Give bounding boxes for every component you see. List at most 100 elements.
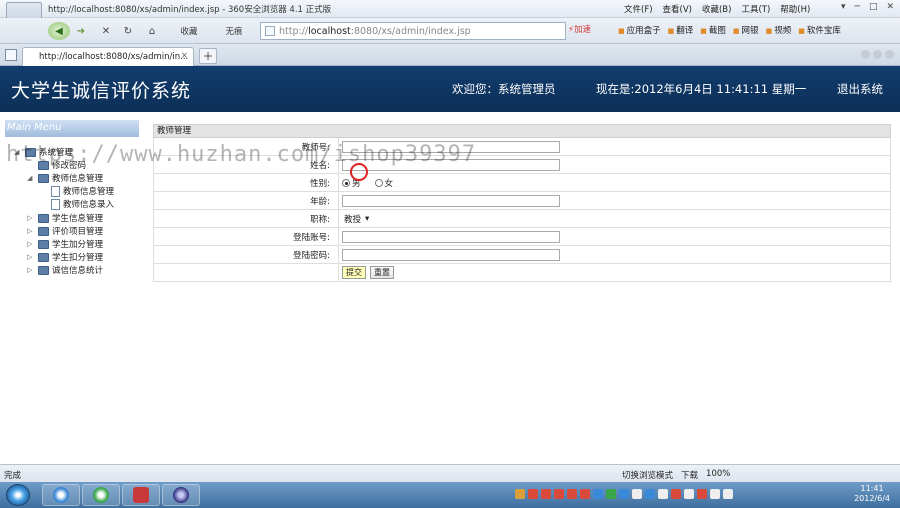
tray-icon[interactable] xyxy=(632,489,642,499)
app-taskbar-icon[interactable] xyxy=(122,484,160,506)
url-rest: :8080/xs/admin/index.jsp xyxy=(350,25,471,37)
tray-icon[interactable] xyxy=(528,489,538,499)
title-select[interactable]: 教授 ▾ xyxy=(342,212,371,225)
submit-button[interactable]: 提交 xyxy=(342,266,366,279)
sidebar-toggle-icon[interactable] xyxy=(5,49,17,61)
back-button[interactable]: ◀ xyxy=(48,22,70,40)
tree-item-label: 学生加分管理 xyxy=(52,240,104,250)
browser360-taskbar-icon[interactable] xyxy=(82,484,120,506)
expand-arrow-icon[interactable]: ▷ xyxy=(27,253,35,261)
eclipse-taskbar-icon[interactable] xyxy=(162,484,200,506)
folder-icon xyxy=(38,265,49,275)
gender-female-radio[interactable]: 女 xyxy=(374,177,393,189)
tab-control-icon[interactable] xyxy=(885,50,894,59)
expand-arrow-icon[interactable]: ▷ xyxy=(27,214,35,222)
tab-control-icon[interactable] xyxy=(861,50,870,59)
folder-icon xyxy=(38,226,49,236)
screenshot-button[interactable]: 截图 xyxy=(700,24,726,36)
translate-button[interactable]: 翻译 xyxy=(668,24,693,36)
tree-item-teacher-entry[interactable]: 教师信息录入 xyxy=(40,198,114,210)
tree-item-integrity-statistics[interactable]: ▷ 诚信信息统计 xyxy=(27,264,103,276)
tray-icon[interactable] xyxy=(671,489,681,499)
taskbar-clock[interactable]: 11:41 2012/6/4 xyxy=(854,484,890,504)
close-button[interactable]: ✕ xyxy=(886,2,894,12)
favorites-button[interactable]: 收藏 xyxy=(168,22,210,40)
tray-icon[interactable] xyxy=(541,489,551,499)
expand-arrow-icon[interactable]: ◢ xyxy=(27,174,35,182)
zoom-level[interactable]: 100% xyxy=(706,469,730,481)
stop-button[interactable]: ✕ xyxy=(98,22,114,40)
tree-item-teacher-management[interactable]: ◢ 教师信息管理 xyxy=(27,172,103,184)
expand-arrow-icon[interactable]: ▷ xyxy=(27,240,35,248)
minimize-button[interactable]: ─ xyxy=(855,2,860,12)
download-button[interactable]: 下载 xyxy=(681,469,698,481)
ie-icon xyxy=(53,487,69,503)
tray-icon[interactable] xyxy=(658,489,668,499)
video-button[interactable]: 视频 xyxy=(766,24,791,36)
menu-view[interactable]: 查看(V) xyxy=(663,3,692,15)
tree-item-label: 诚信信息统计 xyxy=(52,266,104,276)
tray-icon[interactable] xyxy=(697,489,707,499)
tree-item-evaluation-items[interactable]: ▷ 评价项目管理 xyxy=(27,225,103,237)
folder-icon xyxy=(38,173,49,183)
speedup-button[interactable]: ⚡加速 xyxy=(568,23,591,35)
tray-icon[interactable] xyxy=(710,489,720,499)
forward-button[interactable]: ➜ xyxy=(72,22,90,40)
url-host: localhost xyxy=(308,25,351,37)
incognito-button[interactable]: 无痕 xyxy=(214,22,254,40)
browser-titlebar: http://localhost:8080/xs/admin/index.jsp… xyxy=(0,0,900,40)
tray-icon[interactable] xyxy=(567,489,577,499)
watermark: https://www.huzhan.com/ishop39397 xyxy=(6,142,477,167)
expand-arrow-icon[interactable]: ▷ xyxy=(27,227,35,235)
skin-icon[interactable]: ▾ xyxy=(841,2,846,12)
maximize-button[interactable]: □ xyxy=(869,2,878,12)
menu-tools[interactable]: 工具(T) xyxy=(741,3,770,15)
browser-tab[interactable]: http://localhost:8080/xs/admin/in... × xyxy=(22,47,194,66)
sidebar: Main Menu ◢ 系统管理 修改密码 ◢ 教师信息管理 教师信息管理 教师… xyxy=(0,118,144,464)
tree-item-deduction-points[interactable]: ▷ 学生扣分管理 xyxy=(27,251,103,263)
gender-label: 性别: xyxy=(310,179,330,189)
window-controls: ▾ ─ □ ✕ xyxy=(841,2,894,12)
tray-icon[interactable] xyxy=(580,489,590,499)
volume-icon[interactable] xyxy=(723,489,733,499)
login-password-input[interactable] xyxy=(342,248,560,261)
tree-item-teacher-list[interactable]: 教师信息管理 xyxy=(40,185,114,197)
age-input[interactable] xyxy=(342,194,560,207)
home-button[interactable]: ⌂ xyxy=(144,22,160,40)
tab-control-icon[interactable] xyxy=(873,50,882,59)
tray-icon[interactable] xyxy=(554,489,564,499)
clock-time: 11:41 xyxy=(860,484,884,493)
document-icon xyxy=(51,198,60,210)
start-button[interactable] xyxy=(6,484,30,506)
reset-button[interactable]: 重置 xyxy=(370,266,394,279)
tray-icon[interactable] xyxy=(684,489,694,499)
tab-close-icon[interactable]: × xyxy=(181,51,188,61)
login-account-input[interactable] xyxy=(342,230,560,243)
ie-taskbar-icon[interactable] xyxy=(42,484,80,506)
ebank-button[interactable]: 网银 xyxy=(733,24,759,36)
menu-file[interactable]: 文件(F) xyxy=(624,3,653,15)
tray-icon[interactable] xyxy=(606,489,616,499)
tray-icon[interactable] xyxy=(645,489,655,499)
tray-icon[interactable] xyxy=(515,489,525,499)
switch-mode-button[interactable]: 切换浏览模式 xyxy=(622,469,673,481)
tray-icon[interactable] xyxy=(619,489,629,499)
tray-icon[interactable] xyxy=(593,489,603,499)
logout-link[interactable]: 退出系统 xyxy=(837,81,883,97)
title-select-value: 教授 xyxy=(344,214,362,225)
menu-help[interactable]: 帮助(H) xyxy=(780,3,810,15)
tree-item-label: 教师信息管理 xyxy=(63,187,115,197)
login-account-label: 登陆账号: xyxy=(293,233,330,243)
tree-item-student-management[interactable]: ▷ 学生信息管理 xyxy=(27,212,103,224)
software-store-button[interactable]: 软件宝库 xyxy=(798,24,841,36)
menu-favorites[interactable]: 收藏(B) xyxy=(702,3,731,15)
refresh-button[interactable]: ↻ xyxy=(120,22,136,40)
url-prefix: http:// xyxy=(279,25,309,37)
expand-arrow-icon[interactable]: ▷ xyxy=(27,266,35,274)
app-box-button[interactable]: 应用盒子 xyxy=(618,24,661,36)
tree-item-label: 教师信息录入 xyxy=(63,200,115,210)
tree-item-bonus-points[interactable]: ▷ 学生加分管理 xyxy=(27,238,103,250)
new-tab-button[interactable]: + xyxy=(199,48,217,64)
address-bar[interactable]: http:// localhost :8080/xs/admin/index.j… xyxy=(260,22,566,40)
panel-title: 教师管理 xyxy=(153,124,891,138)
